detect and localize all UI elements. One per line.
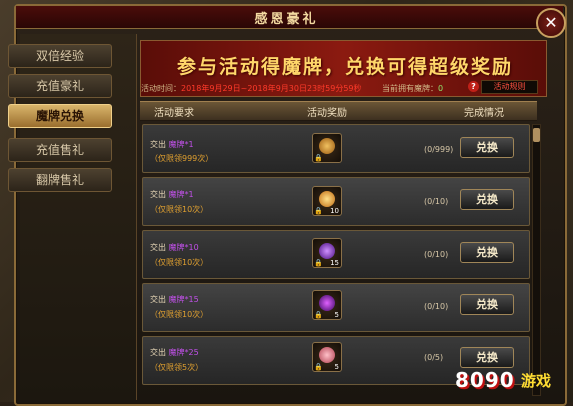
lock-icon: 🔒 bbox=[314, 207, 323, 215]
medal-amount: *25 bbox=[184, 348, 199, 357]
help-icon[interactable]: ? bbox=[468, 81, 479, 92]
purple-orb-icon bbox=[319, 295, 335, 311]
row-requirement: 交出 魔牌*15 bbox=[150, 294, 199, 305]
purple-gem-icon bbox=[319, 243, 335, 259]
banner-headline: 参与活动得魔牌，兑换可得超级奖励 bbox=[176, 56, 513, 78]
exchange-label: 交出 bbox=[150, 295, 166, 304]
reward-count: 10 bbox=[330, 207, 339, 215]
exchange-button[interactable]: 兑换 bbox=[460, 137, 514, 158]
medal-amount: *1 bbox=[184, 140, 194, 149]
medal-amount: *1 bbox=[184, 190, 194, 199]
reward-slot[interactable]: 🔒 bbox=[312, 133, 342, 163]
row-limit: （仅限领10次） bbox=[150, 310, 209, 319]
watermark-brand: 8090 bbox=[455, 368, 515, 392]
row-limit: （仅限领10次） bbox=[150, 258, 209, 267]
event-time-value: 2018年9月29日~2018年9月30日23时59分59秒 bbox=[181, 84, 362, 93]
reward-slot[interactable]: 🔒 15 bbox=[312, 238, 342, 268]
sidebar-item-medal-exchange[interactable]: 魔牌兑换 bbox=[8, 104, 112, 128]
medal-amount: *15 bbox=[184, 295, 199, 304]
row-limit: （仅限领5次） bbox=[150, 363, 204, 372]
lock-icon: 🔒 bbox=[314, 154, 323, 162]
event-time-label: 活动时间： bbox=[141, 84, 181, 93]
row-progress: (0/999) bbox=[424, 145, 454, 154]
medal-name: 魔牌 bbox=[168, 348, 185, 357]
row-progress: (0/10) bbox=[424, 250, 449, 259]
medal-name: 魔牌 bbox=[168, 140, 185, 149]
window-title: 感恩豪礼 bbox=[254, 12, 319, 27]
exchange-button[interactable]: 兑换 bbox=[460, 347, 514, 368]
row-requirement: 交出 魔牌*25 bbox=[150, 347, 199, 358]
event-time: 活动时间：2018年9月29日~2018年9月30日23时59分59秒 bbox=[141, 83, 362, 94]
sidebar-item-double-exp[interactable]: 双倍经验 bbox=[8, 44, 112, 68]
row-progress: (0/10) bbox=[424, 302, 449, 311]
medal-amount: *10 bbox=[184, 243, 199, 252]
scrollbar-thumb[interactable] bbox=[533, 128, 540, 142]
feather-icon bbox=[319, 191, 335, 207]
reward-count: 5 bbox=[334, 311, 339, 319]
exchange-button[interactable]: 兑换 bbox=[460, 189, 514, 210]
reward-count: 15 bbox=[330, 259, 339, 267]
medal-name: 魔牌 bbox=[168, 295, 185, 304]
header-requirement: 活动要求 bbox=[154, 108, 194, 119]
medal-count-value: 0 bbox=[438, 84, 444, 93]
exchange-label: 交出 bbox=[150, 348, 166, 357]
pink-flower-icon bbox=[319, 347, 335, 363]
row-progress: (0/10) bbox=[424, 197, 449, 206]
exchange-button[interactable]: 兑换 bbox=[460, 242, 514, 263]
sidebar-item-recharge-gift[interactable]: 充值豪礼 bbox=[8, 74, 112, 98]
row-limit: （仅限领999次） bbox=[150, 154, 214, 163]
watermark-suffix: 游戏 bbox=[521, 372, 552, 390]
medal-count-label: 当前拥有魔牌： bbox=[382, 84, 438, 93]
exchange-label: 交出 bbox=[150, 190, 166, 199]
lock-icon: 🔒 bbox=[314, 311, 323, 319]
reward-count: 5 bbox=[334, 363, 339, 371]
medal-count-text: 当前拥有魔牌：0 bbox=[382, 83, 443, 94]
row-requirement: 交出 魔牌*10 bbox=[150, 242, 199, 253]
rules-button[interactable]: 活动规则 bbox=[481, 80, 538, 94]
row-requirement: 交出 魔牌*1 bbox=[150, 139, 194, 150]
row-limit: （仅限领10次） bbox=[150, 205, 209, 214]
medal-name: 魔牌 bbox=[168, 243, 185, 252]
medal-name: 魔牌 bbox=[168, 190, 185, 199]
sidebar-item-flip-sale[interactable]: 翻牌售礼 bbox=[8, 168, 112, 192]
reward-slot[interactable]: 🔒 5 bbox=[312, 290, 342, 320]
row-progress: (0/5) bbox=[424, 353, 444, 362]
close-icon[interactable]: ✕ bbox=[536, 8, 566, 38]
exchange-label: 交出 bbox=[150, 243, 166, 252]
lock-icon: 🔒 bbox=[314, 363, 323, 371]
reward-slot[interactable]: 🔒 5 bbox=[312, 342, 342, 372]
reward-slot[interactable]: 🔒 10 bbox=[312, 186, 342, 216]
header-reward: 活动奖励 bbox=[307, 108, 347, 119]
exchange-button[interactable]: 兑换 bbox=[460, 294, 514, 315]
exchange-label: 交出 bbox=[150, 140, 166, 149]
scrollbar-track[interactable] bbox=[532, 124, 541, 396]
header-completion: 完成情况 bbox=[464, 108, 504, 119]
sidebar-item-recharge-sale[interactable]: 充值售礼 bbox=[8, 138, 112, 162]
lock-icon: 🔒 bbox=[314, 259, 323, 267]
row-requirement: 交出 魔牌*1 bbox=[150, 189, 194, 200]
gold-pouch-icon bbox=[319, 138, 335, 154]
